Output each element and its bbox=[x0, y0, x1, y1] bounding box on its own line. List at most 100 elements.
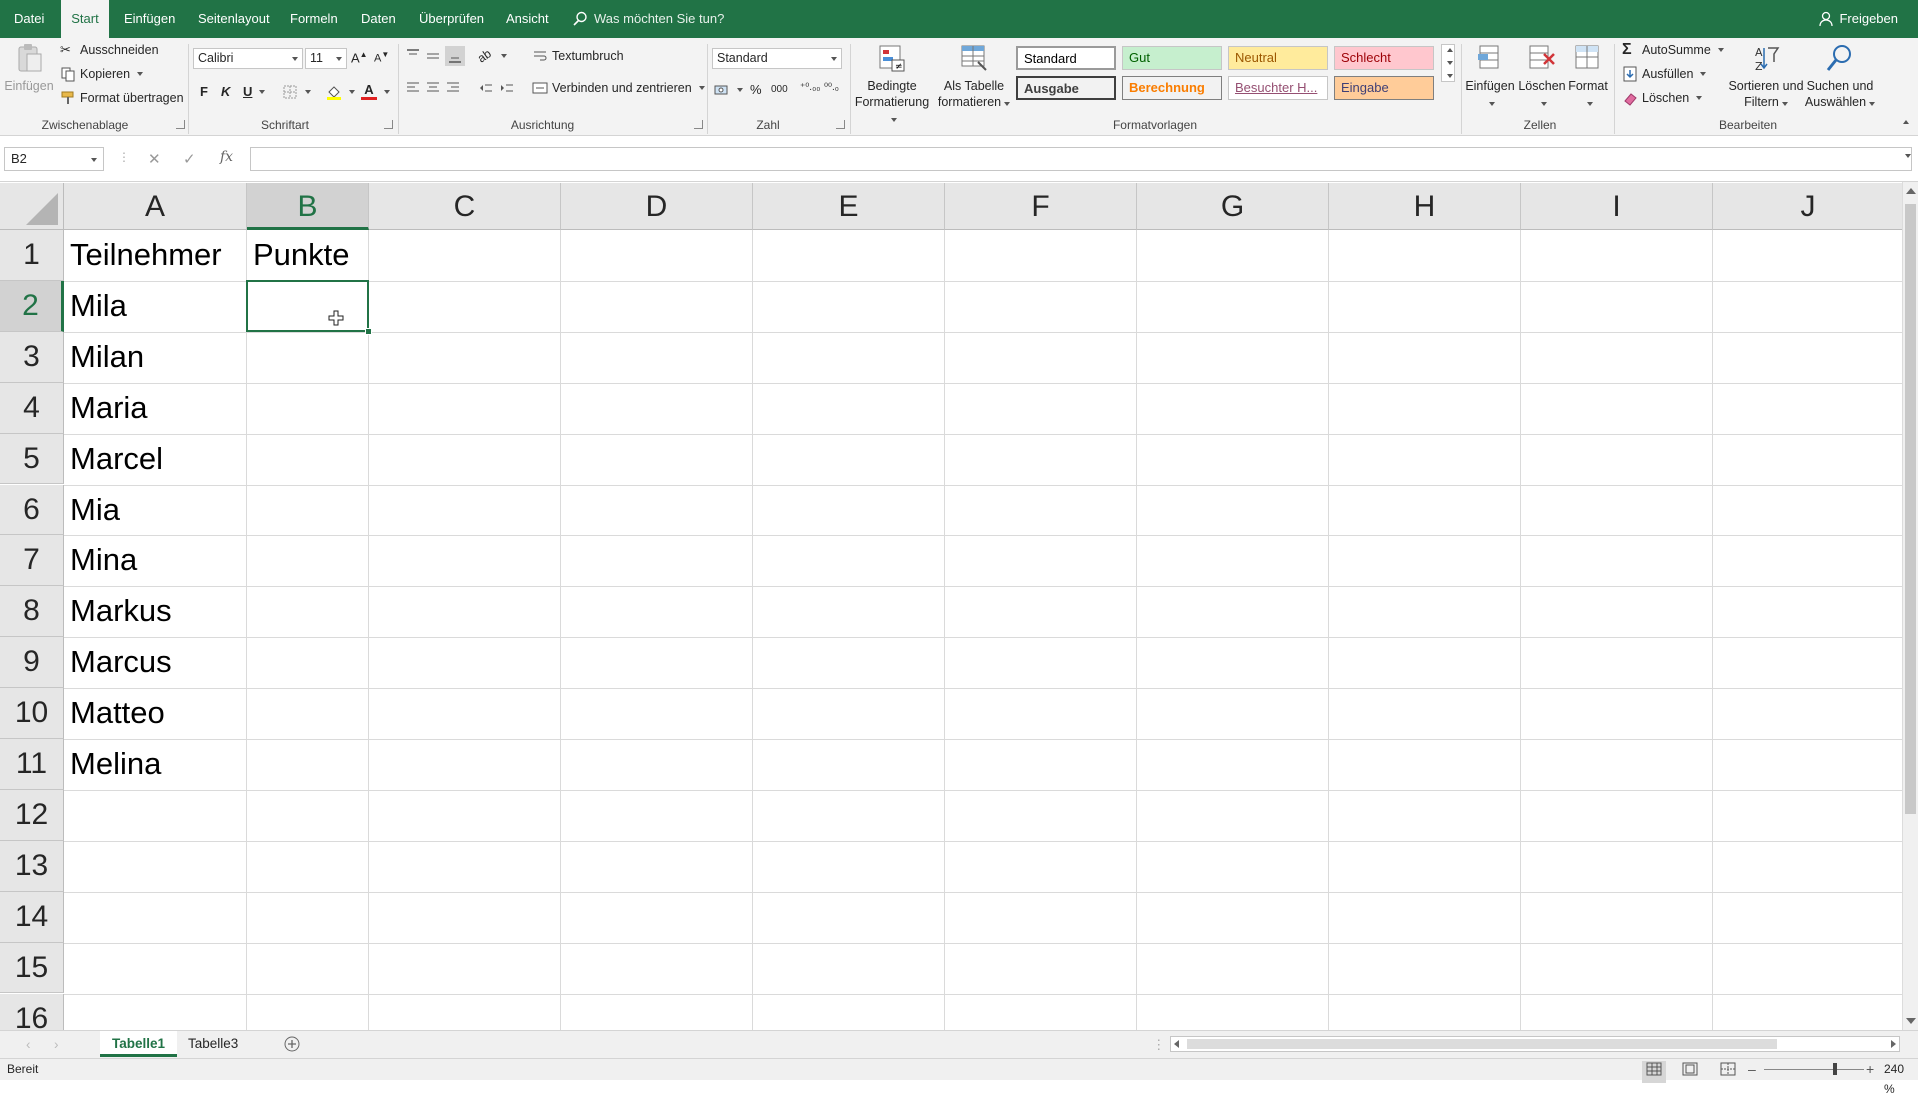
style-neutral[interactable]: Neutral bbox=[1228, 46, 1328, 70]
column-header-d[interactable]: D bbox=[561, 183, 753, 230]
tab-daten[interactable]: Daten bbox=[361, 0, 396, 38]
column-header-e[interactable]: E bbox=[753, 183, 945, 230]
tab-start[interactable]: Start bbox=[61, 0, 109, 38]
tell-me-search[interactable]: Was möchten Sie tun? bbox=[572, 0, 724, 38]
font-name-select[interactable]: Calibri bbox=[193, 48, 303, 69]
cell-a2[interactable]: Mila bbox=[64, 281, 247, 332]
clipboard-launcher-icon[interactable] bbox=[176, 120, 185, 129]
cancel-entry-button[interactable]: ✕ bbox=[148, 150, 161, 168]
column-header-b[interactable]: B bbox=[247, 183, 369, 230]
decrease-indent-button[interactable] bbox=[478, 80, 494, 96]
column-header-j[interactable]: J bbox=[1713, 183, 1904, 230]
percent-button[interactable]: % bbox=[750, 82, 762, 97]
font-color-button[interactable]: A bbox=[361, 83, 390, 100]
tab-ansicht[interactable]: Ansicht bbox=[506, 0, 549, 38]
worksheet-grid[interactable]: ABCDEFGHIJ 1 2 3 4 5 6 7 8 9 10 11 12 13 14 15 16 Teiln… bbox=[0, 182, 1918, 1030]
style-standard[interactable]: Standard bbox=[1016, 46, 1116, 70]
cell-a11[interactable]: Melina bbox=[64, 739, 247, 790]
row-header-11[interactable]: 11 bbox=[0, 739, 64, 790]
row-header-13[interactable]: 13 bbox=[0, 840, 64, 892]
merge-center-button[interactable]: Verbinden und zentrieren bbox=[532, 80, 705, 96]
cell-a5[interactable]: Marcel bbox=[64, 434, 247, 485]
style-besuchter-hyperlink[interactable]: Besuchter H... bbox=[1228, 76, 1328, 100]
row-header-12[interactable]: 12 bbox=[0, 789, 64, 841]
align-bottom-button[interactable] bbox=[445, 46, 465, 66]
paste-button[interactable]: Einfügen bbox=[4, 42, 54, 94]
zoom-slider-track[interactable] bbox=[1764, 1069, 1864, 1070]
thousands-button[interactable]: 000 bbox=[771, 84, 788, 95]
zoom-in-button[interactable]: + bbox=[1866, 1059, 1874, 1079]
column-header-a[interactable]: A bbox=[64, 183, 247, 230]
autosum-button[interactable]: Σ AutoSumme bbox=[1622, 42, 1724, 58]
row-header-9[interactable]: 9 bbox=[0, 637, 64, 689]
share-button[interactable]: Freigeben bbox=[1819, 0, 1898, 38]
styles-gallery-scroll[interactable] bbox=[1441, 44, 1455, 82]
align-right-button[interactable] bbox=[445, 80, 461, 96]
collapse-ribbon-button[interactable] bbox=[1900, 120, 1909, 124]
page-layout-view-button[interactable] bbox=[1682, 1062, 1698, 1082]
cell-a8[interactable]: Markus bbox=[64, 586, 247, 637]
vertical-scrollbar[interactable] bbox=[1902, 182, 1918, 1030]
cell-a6[interactable]: Mia bbox=[64, 485, 247, 536]
zoom-slider-thumb[interactable] bbox=[1833, 1063, 1837, 1075]
borders-button[interactable] bbox=[282, 84, 311, 100]
tab-ueberpruefen[interactable]: Überprüfen bbox=[419, 0, 484, 38]
shrink-font-button[interactable]: A▼ bbox=[374, 50, 389, 65]
tab-datei[interactable]: Datei bbox=[14, 0, 44, 38]
cell-a4[interactable]: Maria bbox=[64, 383, 247, 434]
insert-cells-button[interactable]: Einfügen bbox=[1463, 42, 1517, 110]
row-header-14[interactable]: 14 bbox=[0, 891, 64, 943]
active-cell-border[interactable] bbox=[246, 279, 369, 332]
align-left-button[interactable] bbox=[405, 80, 421, 96]
alignment-launcher-icon[interactable] bbox=[694, 120, 703, 129]
number-launcher-icon[interactable] bbox=[836, 120, 845, 129]
insert-function-button[interactable]: fx bbox=[220, 149, 233, 165]
row-header-6[interactable]: 6 bbox=[0, 484, 64, 536]
style-berechnung[interactable]: Berechnung bbox=[1122, 76, 1222, 100]
fill-color-button[interactable] bbox=[326, 84, 355, 100]
scroll-left-arrow-icon[interactable] bbox=[1174, 1040, 1179, 1048]
clear-button[interactable]: Löschen bbox=[1622, 90, 1703, 106]
format-as-table-button[interactable]: Als Tabelle formatieren bbox=[934, 42, 1014, 110]
row-header-16[interactable]: 16 bbox=[0, 993, 64, 1030]
number-format-select[interactable]: Standard bbox=[712, 48, 842, 69]
italic-button[interactable]: K bbox=[221, 84, 230, 99]
sheet-tab-tabelle3[interactable]: Tabelle3 bbox=[176, 1031, 250, 1057]
bold-button[interactable]: F bbox=[200, 84, 208, 99]
row-header-7[interactable]: 7 bbox=[0, 535, 64, 587]
row-header-5[interactable]: 5 bbox=[0, 433, 64, 485]
sort-filter-button[interactable]: AZ Sortieren und Filtern bbox=[1728, 42, 1804, 110]
select-all-button[interactable] bbox=[0, 183, 64, 230]
orientation-button[interactable]: ab bbox=[475, 46, 507, 66]
horizontal-scrollbar[interactable] bbox=[1170, 1036, 1900, 1052]
row-header-8[interactable]: 8 bbox=[0, 586, 64, 638]
scroll-right-arrow-icon[interactable] bbox=[1891, 1040, 1896, 1048]
style-gut[interactable]: Gut bbox=[1122, 46, 1222, 70]
style-eingabe[interactable]: Eingabe bbox=[1334, 76, 1434, 100]
tab-splitter-icon[interactable]: ⋮ bbox=[1152, 1037, 1166, 1053]
style-ausgabe[interactable]: Ausgabe bbox=[1016, 76, 1116, 100]
vertical-scroll-thumb[interactable] bbox=[1905, 204, 1916, 814]
prev-sheet-button[interactable]: ‹ bbox=[26, 1037, 31, 1052]
fill-button[interactable]: Ausfüllen bbox=[1622, 66, 1707, 82]
format-cells-button[interactable]: Format bbox=[1566, 42, 1610, 110]
align-middle-button[interactable] bbox=[425, 48, 441, 64]
accounting-format-button[interactable] bbox=[714, 82, 743, 98]
scroll-up-arrow-icon[interactable] bbox=[1906, 188, 1916, 194]
row-header-1[interactable]: 1 bbox=[0, 230, 64, 281]
cell-a1[interactable]: Teilnehmer bbox=[64, 230, 247, 281]
style-schlecht[interactable]: Schlecht bbox=[1334, 46, 1434, 70]
format-painter-button[interactable]: Format übertragen bbox=[60, 90, 184, 106]
align-top-button[interactable] bbox=[405, 48, 421, 64]
column-header-g[interactable]: G bbox=[1137, 183, 1329, 230]
align-center-button[interactable] bbox=[425, 80, 441, 96]
name-box[interactable]: B2 bbox=[4, 147, 104, 171]
cell-a7[interactable]: Mina bbox=[64, 535, 247, 586]
increase-decimal-button[interactable]: ⁺⁰.₀₀ bbox=[800, 82, 820, 93]
column-header-c[interactable]: C bbox=[369, 183, 561, 230]
row-header-10[interactable]: 10 bbox=[0, 688, 64, 739]
expand-formula-bar-button[interactable] bbox=[1902, 154, 1911, 158]
decrease-decimal-button[interactable]: ⁰⁰.₀ bbox=[824, 82, 839, 93]
cut-button[interactable]: ✂ Ausschneiden bbox=[60, 42, 159, 58]
column-header-f[interactable]: F bbox=[945, 183, 1137, 230]
